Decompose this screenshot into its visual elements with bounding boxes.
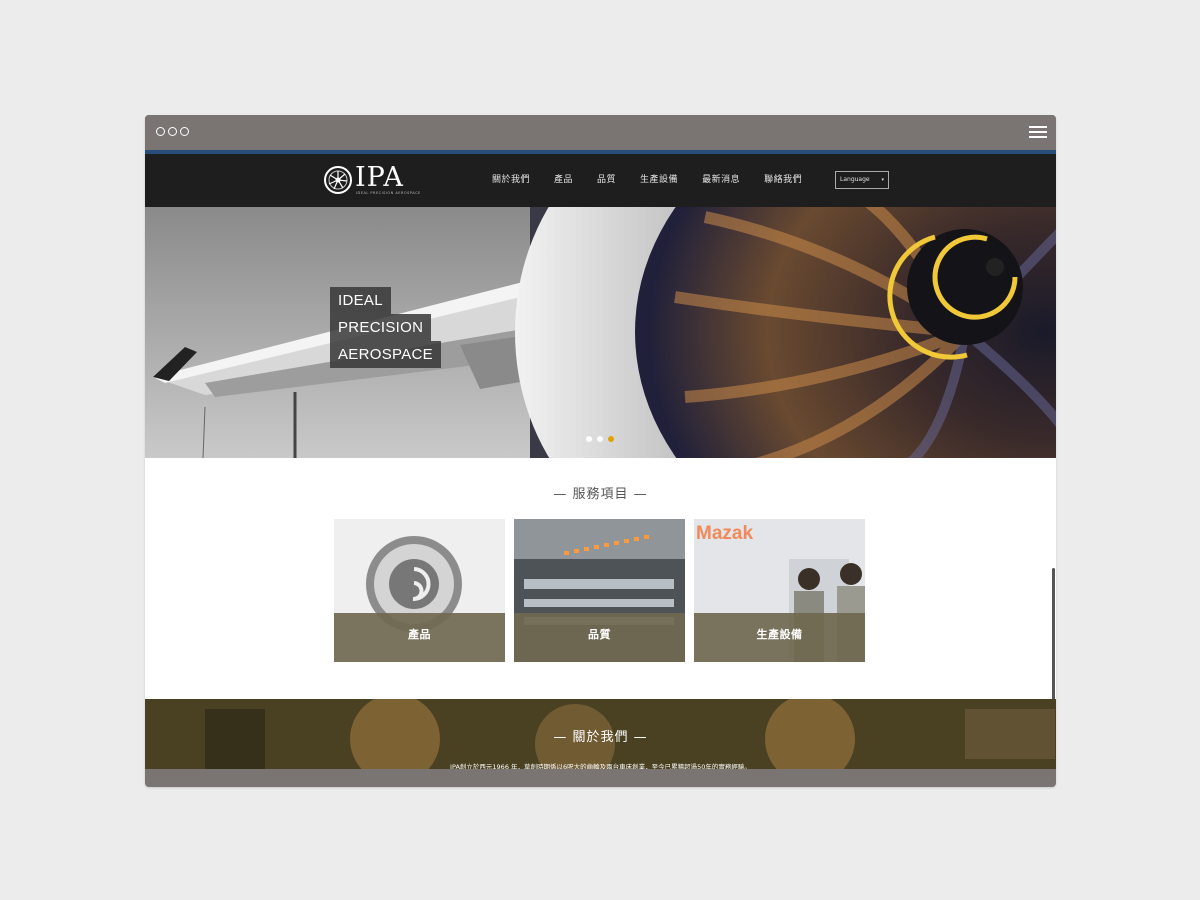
service-card-quality[interactable]: 品質 — [514, 519, 685, 662]
card-label: 品質 — [588, 628, 611, 641]
logo-subtitle: IDEAL PRECISION AEROSPACE — [356, 191, 421, 195]
brand-mark-text: Mazak — [696, 523, 753, 544]
window-controls — [156, 127, 189, 136]
nav-products[interactable]: 產品 — [554, 172, 573, 185]
page-scrollbar[interactable] — [1052, 568, 1055, 720]
browser-window: IPA IDEAL PRECISION AEROSPACE 關於我們 產品 品質… — [145, 115, 1056, 787]
services-cards: 產品 品質 Mazak 生產設備 — [334, 519, 865, 662]
window-dot-icon[interactable] — [156, 127, 165, 136]
hamburger-icon[interactable] — [1029, 126, 1047, 138]
site-header: IPA IDEAL PRECISION AEROSPACE 關於我們 產品 品質… — [145, 154, 1056, 207]
about-section: — 關於我們 — IPA創立於西元1966 年，草創時期係以6呎大的齒輪及兩台車… — [145, 699, 1056, 769]
main-nav: 關於我們 產品 品質 生產設備 最新消息 聯絡我們 — [492, 172, 826, 185]
slider-pagination — [586, 436, 614, 442]
window-dot-icon[interactable] — [168, 127, 177, 136]
turbine-logo-icon — [324, 166, 352, 194]
nav-news[interactable]: 最新消息 — [702, 172, 740, 185]
slide-dot-1[interactable] — [586, 436, 592, 442]
language-select[interactable]: Language ▾ — [835, 171, 889, 189]
slide-dot-3[interactable] — [608, 436, 614, 442]
nav-about[interactable]: 關於我們 — [492, 172, 530, 185]
service-card-equipment[interactable]: Mazak 生產設備 — [694, 519, 865, 662]
logo-text: IPA — [355, 162, 404, 193]
window-dot-icon[interactable] — [180, 127, 189, 136]
card-label: 生產設備 — [756, 628, 803, 641]
tagline-aerospace: AEROSPACE — [330, 341, 441, 368]
nav-equipment[interactable]: 生產設備 — [640, 172, 678, 185]
nav-quality[interactable]: 品質 — [597, 172, 616, 185]
about-heading: — 關於我們 — — [553, 730, 648, 745]
browser-chrome — [145, 115, 1056, 150]
hero-tagline: IDEAL PRECISION AEROSPACE — [330, 287, 441, 368]
about-text: IPA創立於西元1966 年，草創時期係以6呎大的齒輪及兩台車床創業，至今已累積… — [450, 763, 751, 769]
hero-image — [145, 207, 1056, 458]
site-logo[interactable]: IPA IDEAL PRECISION AEROSPACE — [323, 162, 420, 196]
slide-dot-2[interactable] — [597, 436, 603, 442]
tagline-ideal: IDEAL — [330, 287, 391, 314]
page-viewport: IPA IDEAL PRECISION AEROSPACE 關於我們 產品 品質… — [145, 150, 1056, 769]
hero-banner: IDEAL PRECISION AEROSPACE — [145, 207, 1056, 458]
card-label: 產品 — [408, 628, 431, 641]
services-heading: — 服務項目 — — [553, 487, 648, 502]
nav-contact[interactable]: 聯絡我們 — [764, 172, 802, 185]
service-card-products[interactable]: 產品 — [334, 519, 505, 662]
tagline-precision: PRECISION — [330, 314, 432, 341]
chevron-down-icon: ▾ — [881, 177, 884, 183]
language-label: Language — [840, 176, 870, 183]
